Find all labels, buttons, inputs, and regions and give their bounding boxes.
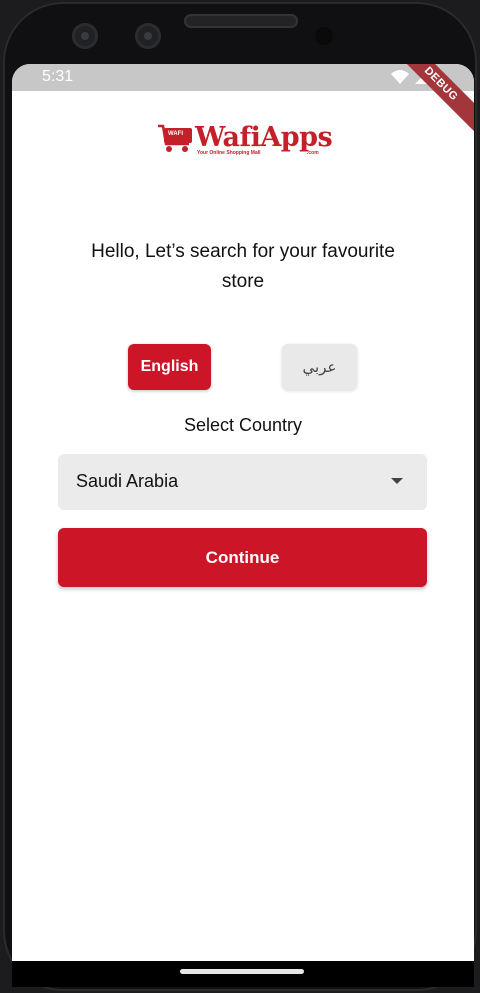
earpiece-speaker <box>184 14 298 28</box>
continue-button[interactable]: Continue <box>58 528 427 587</box>
logo-name: WafiApps <box>195 122 333 153</box>
camera-lens-1 <box>72 23 98 49</box>
home-indicator[interactable] <box>180 969 304 974</box>
wifi-icon <box>391 70 410 84</box>
device-frame-outer: 5:31 DEBUG WAFI WafiApps Your Online Sho… <box>0 0 480 993</box>
status-bar: 5:31 <box>12 64 474 91</box>
select-country-label: Select Country <box>183 415 303 435</box>
logo-tagline: Your Online Shopping Mall <box>197 150 261 156</box>
page-headline: Hello, Let’s search for your favourite s… <box>91 241 395 292</box>
shopping-cart-icon: WAFI <box>158 124 192 152</box>
logo-badge-text: WAFI <box>168 131 183 137</box>
front-sensor <box>315 27 333 45</box>
country-dropdown[interactable]: Saudi Arabia <box>58 454 427 510</box>
status-time: 5:31 <box>42 68 74 85</box>
logo-domain: .com <box>307 150 319 156</box>
arabic-language-button[interactable]: عربي <box>282 344 357 390</box>
wafiapps-logo: WAFI WafiApps Your Online Shopping Mall … <box>157 122 333 158</box>
english-language-button[interactable]: English <box>128 344 211 390</box>
country-selected-value: Saudi Arabia <box>76 471 179 491</box>
camera-lens-2 <box>135 23 161 49</box>
navigation-bar <box>12 961 474 987</box>
app-screen: 5:31 DEBUG WAFI WafiApps Your Online Sho… <box>12 64 474 961</box>
dropdown-arrow-icon <box>391 478 403 484</box>
